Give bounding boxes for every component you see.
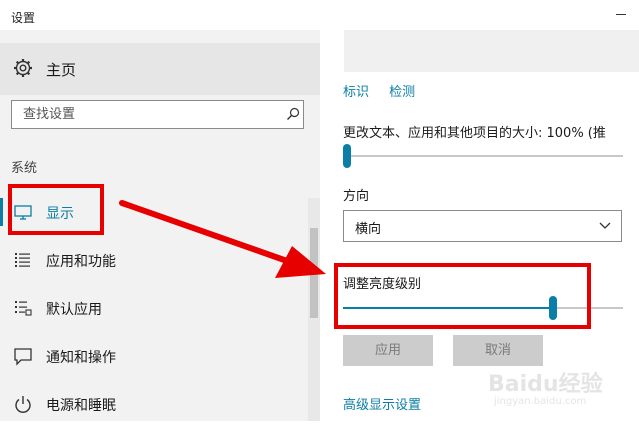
watermark-url: jingyan.baidu.com xyxy=(494,396,587,407)
orientation-value: 横向 xyxy=(355,222,382,237)
scale-slider[interactable] xyxy=(343,144,639,168)
sidebar-item-power-sleep[interactable]: 电源和睡眠 xyxy=(0,384,306,424)
slider-thumb[interactable] xyxy=(343,144,351,168)
search-icon[interactable] xyxy=(286,107,300,121)
apply-button[interactable]: 应用 xyxy=(343,335,433,366)
apps-list-icon xyxy=(15,253,30,267)
display-links: 标识 检测 xyxy=(343,81,431,100)
window-title: 设置 xyxy=(11,11,36,25)
orientation-label: 方向 xyxy=(343,189,370,204)
sidebar-scrollbar[interactable] xyxy=(308,198,320,421)
watermark-logo: Baidu经验 jingyan.baidu.com xyxy=(488,366,623,411)
sidebar-item-label: 应用和功能 xyxy=(46,254,116,270)
chevron-down-icon xyxy=(599,222,611,229)
annotation-box-brightness xyxy=(334,263,591,329)
sidebar-item-notifications[interactable]: 通知和操作 xyxy=(0,336,306,376)
annotation-box-display xyxy=(8,184,104,235)
notification-icon xyxy=(14,348,32,366)
slider-track xyxy=(343,155,623,157)
watermark-text: Baidu经验 xyxy=(488,372,603,397)
scale-label: 更改文本、应用和其他项目的大小: 100% (推 xyxy=(343,126,606,141)
default-apps-icon xyxy=(15,301,32,316)
identify-link[interactable]: 标识 xyxy=(343,85,369,100)
sidebar-home-item[interactable]: 主页 xyxy=(0,43,320,95)
sidebar-item-default-apps[interactable]: 默认应用 xyxy=(0,288,306,328)
detect-link[interactable]: 检测 xyxy=(389,85,415,100)
sidebar-item-label: 电源和睡眠 xyxy=(46,398,116,414)
scrollbar-thumb[interactable] xyxy=(310,228,318,318)
active-indicator xyxy=(0,198,3,226)
section-heading-system: 系统 xyxy=(11,161,38,176)
minimize-button[interactable] xyxy=(616,14,626,15)
advanced-display-settings-link[interactable]: 高级显示设置 xyxy=(343,394,421,413)
home-label: 主页 xyxy=(46,61,77,79)
gear-icon xyxy=(14,59,32,77)
search-input[interactable] xyxy=(12,101,288,128)
display-preview-area xyxy=(344,30,639,72)
power-icon xyxy=(15,396,31,413)
sidebar-item-apps-features[interactable]: 应用和功能 xyxy=(0,240,306,280)
sidebar-item-label: 默认应用 xyxy=(46,302,102,318)
cancel-button[interactable]: 取消 xyxy=(453,335,543,366)
title-bar: 设置 xyxy=(0,0,639,30)
orientation-select[interactable]: 横向 xyxy=(343,210,622,242)
display-settings-panel: 标识 检测 更改文本、应用和其他项目的大小: 100% (推 方向 横向 调整亮… xyxy=(320,30,639,421)
sidebar-item-label: 通知和操作 xyxy=(46,350,116,366)
search-box xyxy=(11,100,304,129)
